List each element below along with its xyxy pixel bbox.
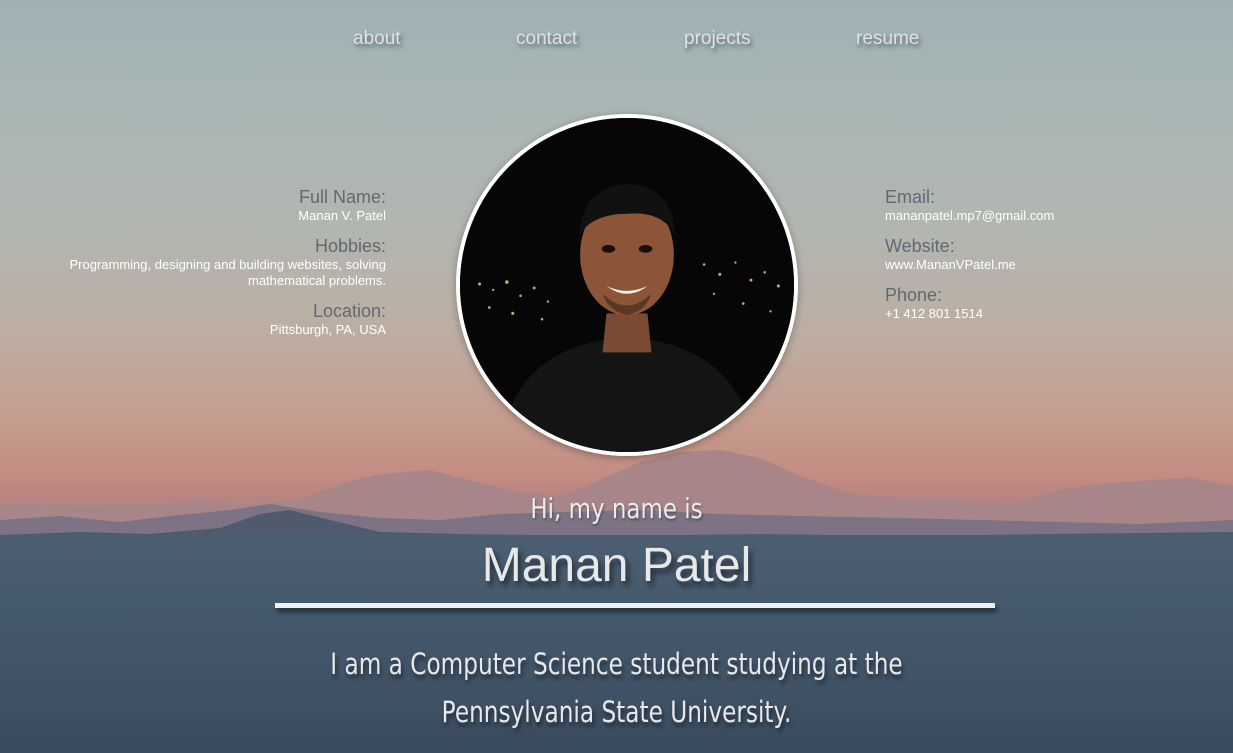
website-label: Website:	[885, 236, 955, 256]
website-value[interactable]: www.MananVPatel.me	[885, 257, 1215, 273]
location-label: Location:	[312, 301, 386, 321]
phone-label: Phone:	[885, 285, 943, 305]
location-value: Pittsburgh, PA, USA	[269, 322, 386, 337]
phone-value: +1 412 801 1514	[885, 306, 983, 321]
email-value[interactable]: mananpatel.mp7@gmail.com	[885, 208, 1215, 224]
profile-portrait	[460, 118, 794, 452]
tagline: I am a Computer Science student studying…	[123, 640, 1109, 736]
nav-contact[interactable]: contact	[516, 28, 577, 50]
full-name-value: Manan V. Patel	[298, 208, 386, 223]
nav-projects[interactable]: projects	[684, 28, 751, 50]
hobbies-value: Programming, designing and building webs…	[69, 257, 386, 288]
top-navigation: about contact projects resume	[0, 28, 1233, 58]
personal-info-left: Full Name: Manan V. Patel Hobbies: Progr…	[20, 186, 386, 349]
contact-info-right: Email: mananpatel.mp7@gmail.com Website:…	[885, 186, 1215, 333]
greeting-text: Hi, my name is	[530, 492, 703, 525]
full-name-label: Full Name:	[298, 187, 386, 207]
nav-about[interactable]: about	[353, 28, 401, 50]
tagline-line-1: I am a Computer Science student studying…	[330, 647, 903, 681]
tagline-line-2: Pennsylvania State University.	[441, 695, 792, 729]
divider-rule	[275, 603, 995, 608]
nav-resume[interactable]: resume	[856, 28, 919, 50]
profile-photo	[456, 114, 798, 456]
email-label: Email:	[885, 187, 936, 207]
hobbies-label: Hobbies:	[314, 236, 386, 256]
hero-name: Manan Patel	[481, 539, 752, 592]
